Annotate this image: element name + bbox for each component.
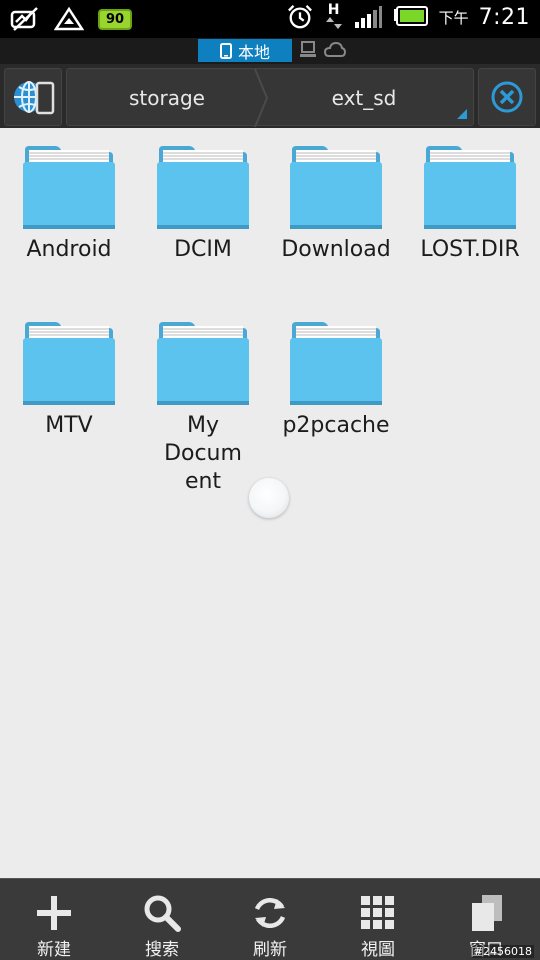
close-circle-icon <box>491 81 523 113</box>
new-label: 新建 <box>37 940 71 960</box>
folder-name: LOST.DIR <box>420 237 520 262</box>
folder-item[interactable]: My Document <box>136 318 270 496</box>
breadcrumb-storage[interactable]: storage <box>67 69 267 127</box>
tab-cloud-icon[interactable] <box>324 41 346 59</box>
breadcrumb-ext-sd[interactable]: ext_sd <box>267 69 461 127</box>
location-tab-bar: 本地 <box>0 38 540 64</box>
search-icon <box>144 895 181 932</box>
refresh-label: 刷新 <box>253 940 287 960</box>
phone-icon <box>219 42 232 59</box>
folder-icon <box>157 322 249 405</box>
search-label: 搜索 <box>145 940 179 960</box>
folder-icon <box>23 322 115 405</box>
path-bar: storage ext_sd <box>0 64 540 128</box>
view-button[interactable]: 視圖 <box>324 879 432 960</box>
folder-icon <box>157 146 249 229</box>
search-button[interactable]: 搜索 <box>108 879 216 960</box>
folder-icon <box>290 146 382 229</box>
folder-item[interactable]: p2pcache <box>269 318 403 440</box>
grid-icon <box>361 896 394 929</box>
globe-phone-icon <box>14 81 55 115</box>
windows-stack-icon <box>472 895 502 931</box>
data-arrows-icon <box>325 17 342 29</box>
folder-item[interactable]: Android <box>2 142 136 264</box>
folder-icon <box>424 146 516 229</box>
battery-icon <box>393 6 428 26</box>
clock-time: 7:21 <box>478 4 530 30</box>
clock-period: 下午 <box>438 8 469 27</box>
folder-name: DCIM <box>174 237 232 262</box>
close-button[interactable] <box>478 68 536 126</box>
bottom-toolbar: 新建 搜索 刷新 視圖 窗口 #2456018 <box>0 878 540 960</box>
breadcrumb: storage ext_sd <box>66 68 474 127</box>
warning-icon <box>54 6 84 31</box>
folder-name: p2pcache <box>282 413 390 438</box>
view-label: 視圖 <box>361 940 395 960</box>
folder-item[interactable]: DCIM <box>136 142 270 264</box>
loading-spinner <box>249 478 289 518</box>
folder-item[interactable]: MTV <box>2 318 136 440</box>
folder-name: My Document <box>164 413 242 494</box>
folder-item[interactable]: LOST.DIR <box>403 142 537 264</box>
new-button[interactable]: 新建 <box>0 879 108 960</box>
folder-name: Android <box>26 237 112 262</box>
folder-icon <box>23 146 115 229</box>
folder-name: MTV <box>45 413 93 438</box>
status-bar: 90 H 下午 7:21 <box>0 0 540 38</box>
tab-local-label: 本地 <box>237 42 270 62</box>
tab-local[interactable]: 本地 <box>198 39 292 62</box>
battery-notification-badge: 90 <box>98 8 133 30</box>
folder-item[interactable]: Download <box>269 142 403 264</box>
refresh-icon <box>254 898 286 928</box>
crumb-dropdown-indicator <box>457 109 467 119</box>
folder-icon <box>290 322 382 405</box>
sync-off-icon <box>10 7 38 31</box>
watermark: #2456018 <box>471 945 534 958</box>
plus-icon <box>37 896 71 930</box>
folder-name: Download <box>281 237 391 262</box>
location-switch-button[interactable] <box>4 68 62 126</box>
signal-strength-icon <box>354 6 382 28</box>
network-type-indicator: H <box>325 3 343 30</box>
refresh-button[interactable]: 刷新 <box>216 879 324 960</box>
alarm-icon <box>287 5 312 29</box>
tab-lan-icon[interactable] <box>298 41 318 59</box>
